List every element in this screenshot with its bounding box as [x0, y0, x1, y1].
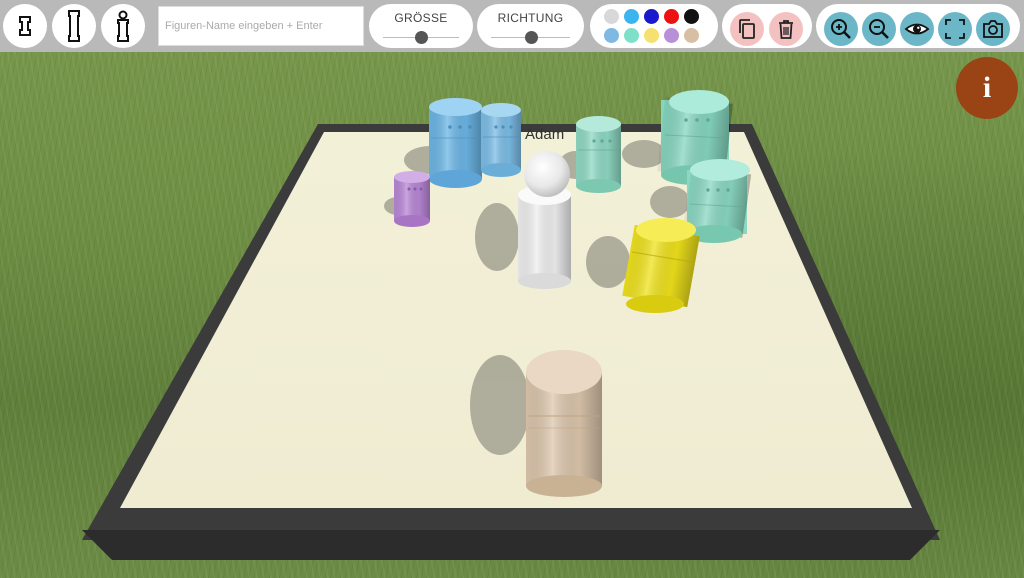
trash-icon: [779, 20, 793, 39]
screenshot-button[interactable]: [976, 12, 1010, 46]
copy-icon: [739, 19, 755, 39]
figure-blue-1[interactable]: [429, 98, 482, 188]
fullscreen-button[interactable]: [938, 12, 972, 46]
eye-icon: [904, 23, 930, 35]
figure-name-input[interactable]: [158, 6, 364, 46]
direction-slider-label: RICHTUNG: [497, 11, 564, 25]
view-toggle-button[interactable]: [900, 12, 934, 46]
color-swatch[interactable]: [644, 28, 659, 43]
zoom-in-button[interactable]: [824, 12, 858, 46]
delete-button[interactable]: [769, 12, 803, 46]
color-swatch[interactable]: [664, 9, 679, 24]
camera-icon: [983, 20, 1003, 38]
size-slider-panel: GRÖSSE: [369, 4, 473, 48]
zoom-out-button[interactable]: [862, 12, 896, 46]
fullscreen-icon: [945, 19, 965, 39]
shadow-beige: [470, 355, 530, 455]
color-swatch[interactable]: [624, 9, 639, 24]
size-slider-label: GRÖSSE: [394, 11, 448, 25]
color-swatch[interactable]: [684, 28, 699, 43]
board: [82, 124, 940, 560]
color-swatch[interactable]: [644, 9, 659, 24]
figure-small-icon: [19, 16, 31, 36]
board-front: [82, 530, 940, 560]
size-slider-knob[interactable]: [415, 31, 428, 44]
direction-slider-panel: RICHTUNG: [477, 4, 584, 48]
zoom-out-icon: [869, 19, 889, 39]
board-surface: [120, 132, 912, 508]
figure-adam[interactable]: [518, 151, 571, 289]
info-label: i: [982, 71, 992, 104]
shadow-adam: [475, 203, 519, 271]
edit-actions-panel: [722, 4, 812, 48]
shadow-yellow: [586, 236, 630, 288]
figure-blue-2[interactable]: [481, 103, 521, 177]
figure-person-icon: [117, 10, 129, 42]
3d-scene[interactable]: Adam: [0, 0, 1024, 578]
zoom-in-icon: [831, 19, 851, 39]
adam-head: [524, 151, 570, 197]
toolbar: GRÖSSE RICHTUNG: [0, 0, 1024, 52]
direction-slider-knob[interactable]: [524, 31, 538, 44]
color-swatch[interactable]: [604, 28, 619, 43]
figure-mint-1[interactable]: [576, 116, 621, 193]
color-swatch[interactable]: [604, 9, 619, 24]
figure-beige[interactable]: [526, 350, 602, 497]
figure-yellow[interactable]: [622, 218, 700, 313]
add-small-figure-button[interactable]: [3, 4, 47, 48]
color-swatch[interactable]: [664, 28, 679, 43]
add-tall-figure-button[interactable]: [52, 4, 96, 48]
color-swatch[interactable]: [684, 9, 699, 24]
figure-tall-icon: [68, 10, 80, 42]
shadow-mint-3: [650, 186, 690, 218]
figure-purple[interactable]: [394, 171, 430, 227]
copy-button[interactable]: [730, 12, 764, 46]
color-palette: [590, 4, 718, 48]
view-actions-panel: [816, 4, 1020, 48]
info-button[interactable]: i: [956, 57, 1018, 119]
add-person-figure-button[interactable]: [101, 4, 145, 48]
board-svg: [82, 90, 940, 560]
figure-name-label: Adam: [525, 126, 565, 143]
color-swatch[interactable]: [624, 28, 639, 43]
